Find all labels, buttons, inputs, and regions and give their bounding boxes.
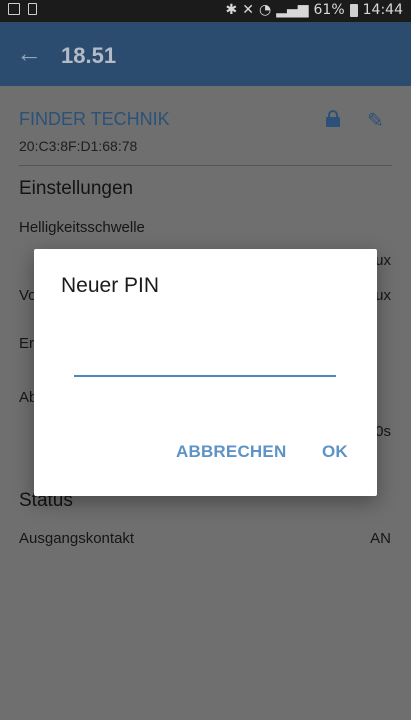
status-value-output-contact: AN [370,530,391,547]
status-label-output-contact: Ausgangskontakt [19,530,135,547]
cancel-button[interactable]: ABBRECHEN [176,442,286,462]
setting-value-brightness: ux [375,252,391,269]
setting-value-4: 0s [375,423,391,440]
page-title: 18.51 [61,43,117,68]
bluetooth-icon: ✱ [225,2,238,18]
lock-icon[interactable] [326,110,340,128]
new-pin-dialog: Neuer PIN ABBRECHEN OK [34,249,377,496]
mute-icon: ✕ [242,2,254,18]
device-name: FINDER TECHNIK [19,109,170,129]
device-mac-address: 20:C3:8F:D1:68:78 [19,138,138,154]
divider [19,165,392,166]
signal-icon: ▂▄▆ [276,2,309,18]
status-bar: ✱ ✕ ◔ ▂▄▆ 61% 14:44 [0,0,411,22]
clipboard-notification-icon [28,3,37,15]
wifi-icon: ◔ [258,2,272,18]
setting-label-brightness[interactable]: Helligkeitsschwelle [19,219,145,236]
clock: 14:44 [362,2,403,18]
gallery-notification-icon [8,3,20,15]
app-bar: ← 18.51 [0,22,411,86]
setting-value-2: ux [375,287,391,304]
pin-input[interactable] [74,345,336,377]
battery-icon [349,3,358,17]
battery-percent: 61% [313,2,345,18]
dialog-title: Neuer PIN [61,274,160,297]
settings-heading: Einstellungen [19,178,134,199]
ok-button[interactable]: OK [322,442,348,462]
edit-pencil-icon[interactable]: ✎ [367,108,384,133]
back-arrow-icon[interactable]: ← [16,40,42,66]
setting-label-3[interactable]: Er [19,335,34,352]
